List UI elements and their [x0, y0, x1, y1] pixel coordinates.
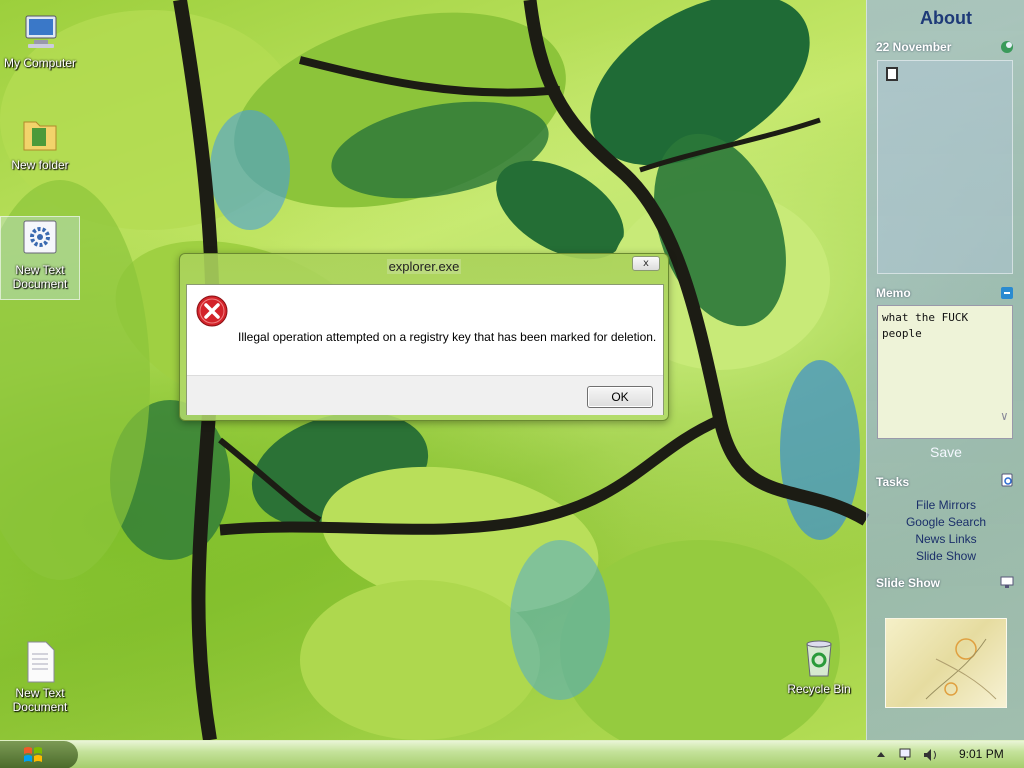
desktop-icon-recycle-bin[interactable]: Recycle Bin [779, 636, 859, 696]
dialog-message: Illegal operation attempted on a registr… [238, 330, 657, 344]
task-item-google-search[interactable]: Google Search [867, 514, 1024, 531]
text-document-icon [27, 641, 55, 683]
calendar-date: 22 November [876, 40, 952, 54]
calendar-options-icon[interactable] [1000, 40, 1014, 54]
memo-textarea[interactable]: what the FUCK people ∨ [877, 305, 1013, 439]
task-item-slide-show[interactable]: Slide Show [867, 548, 1024, 565]
ok-button[interactable]: OK [587, 386, 653, 408]
network-icon[interactable] [899, 748, 911, 760]
sidebar-title: About [920, 8, 972, 28]
task-item-file-mirrors[interactable]: File Mirrors [867, 497, 1024, 514]
slideshow-options-icon[interactable] [1000, 575, 1014, 589]
slideshow-heading: Slide Show [876, 576, 941, 590]
error-icon [196, 295, 228, 327]
desktop-icon-new-text-document-selected[interactable]: New Text Document [0, 216, 80, 300]
start-button[interactable] [0, 741, 78, 768]
windows-logo-icon [24, 747, 42, 762]
desktop-icon-label: New folder [11, 158, 69, 172]
memo-text: what the FUCK people [882, 311, 969, 340]
error-dialog: explorer.exe x Illegal operation attempt… [179, 253, 669, 421]
taskbar: 9:01 PM [0, 740, 1024, 768]
dialog-title-bar[interactable]: explorer.exe [180, 259, 668, 274]
settings-document-icon [23, 220, 57, 254]
volume-icon[interactable] [924, 749, 936, 761]
slideshow-image[interactable] [885, 618, 1007, 708]
sidebar: About 22 November Memo what the FUCK peo… [866, 0, 1024, 740]
desktop-icon-label: Recycle Bin [787, 682, 851, 696]
dialog-title: explorer.exe [386, 259, 462, 274]
desktop-icon-my-computer[interactable]: My Computer [0, 10, 80, 70]
recycle-bin-icon [806, 640, 832, 677]
task-item-news-links[interactable]: News Links [867, 531, 1024, 548]
flower-sketch-image [925, 638, 997, 700]
folder-icon [23, 121, 57, 151]
desktop-icon-new-folder[interactable]: New folder [0, 112, 80, 172]
system-tray [876, 747, 946, 766]
desktop-icon-label: My Computer [3, 56, 77, 70]
computer-icon [25, 15, 57, 48]
taskbar-clock[interactable]: 9:01 PM [959, 747, 1004, 761]
desktop-icon-new-text-document[interactable]: New Text Document [0, 640, 80, 714]
close-icon: x [643, 258, 649, 269]
dialog-body: Illegal operation attempted on a registr… [186, 284, 664, 415]
memo-heading: Memo [876, 286, 911, 300]
dialog-footer: OK [187, 375, 663, 415]
desktop-icon-label: New Text Document [12, 263, 68, 291]
chevron-down-icon[interactable]: ∨ [1001, 408, 1008, 424]
memo-options-icon[interactable] [1000, 286, 1014, 300]
tasks-heading: Tasks [876, 475, 910, 489]
close-button[interactable]: x [632, 256, 660, 271]
save-button[interactable]: Save [867, 444, 1024, 460]
desktop-icon-label: New Text Document [12, 686, 68, 714]
calendar-panel [877, 60, 1013, 274]
show-hidden-icon[interactable] [877, 752, 885, 757]
document-icon[interactable] [886, 67, 898, 81]
task-list: File Mirrors Google Search News Links Sl… [867, 497, 1024, 565]
tasks-options-icon[interactable] [1000, 473, 1014, 487]
